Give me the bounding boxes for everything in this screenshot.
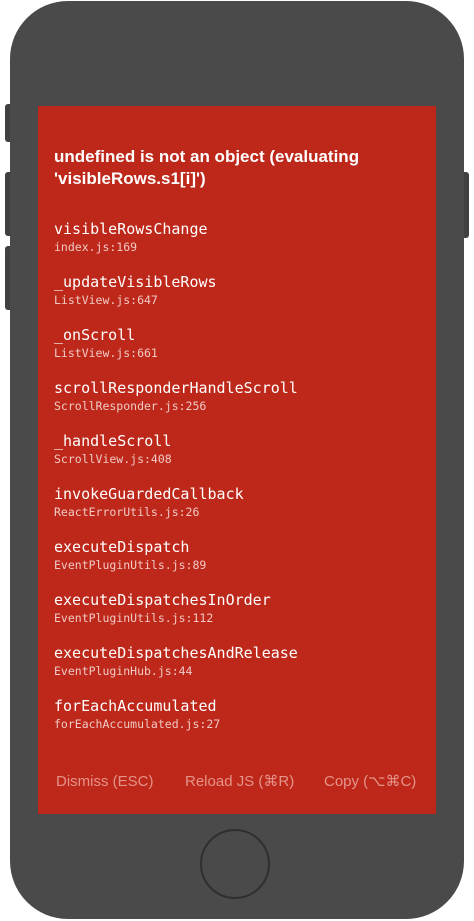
stack-frame-method: scrollResponderHandleScroll <box>54 379 298 397</box>
stack-frame-method: forEachAccumulated <box>54 697 217 715</box>
stack-frame-file: EventPluginUtils.js:89 <box>54 558 207 572</box>
stack-frame-file: index.js:169 <box>54 240 138 254</box>
stack-frame-method: visibleRowsChange <box>54 220 208 238</box>
action-bar: Dismiss (ESC) Reload JS (⌘R) Copy (⌥⌘C) <box>38 768 436 798</box>
stack-frame-file: ReactErrorUtils.js:26 <box>54 505 200 519</box>
stack-frame-file: ListView.js:647 <box>54 293 158 307</box>
stack-trace: visibleRowsChange index.js:169 _updateVi… <box>54 220 424 750</box>
stack-frame-file: EventPluginUtils.js:112 <box>54 611 214 625</box>
stack-frame-file: ListView.js:661 <box>54 346 158 360</box>
stack-frame-file: EventPluginHub.js:44 <box>54 664 193 678</box>
stack-frame[interactable]: _handleScroll ScrollView.js:408 <box>54 432 424 485</box>
stack-frame[interactable]: _updateVisibleRows ListView.js:647 <box>54 273 424 326</box>
copy-button[interactable]: Copy (⌥⌘C) <box>324 768 416 796</box>
error-message: undefined is not an object (evaluating '… <box>54 147 360 188</box>
stack-frame-file: forEachAccumulated.js:27 <box>54 717 221 731</box>
stack-frame-method: _handleScroll <box>54 432 172 450</box>
stack-frame-method: _onScroll <box>54 326 136 344</box>
stack-frame-method: executeDispatch <box>54 538 190 556</box>
stack-frame-method: executeDispatchesInOrder <box>54 591 271 609</box>
stack-frame[interactable]: forEachAccumulated forEachAccumulated.js… <box>54 697 424 750</box>
stack-frame[interactable]: executeDispatchesInOrder EventPluginUtil… <box>54 591 424 644</box>
stack-frame[interactable]: executeDispatch EventPluginUtils.js:89 <box>54 538 424 591</box>
reload-js-button[interactable]: Reload JS (⌘R) <box>185 768 294 796</box>
stack-frame[interactable]: executeDispatchesAndRelease EventPluginH… <box>54 644 424 697</box>
redbox-error-screen: undefined is not an object (evaluating '… <box>38 106 436 814</box>
stack-frame[interactable]: invokeGuardedCallback ReactErrorUtils.js… <box>54 485 424 538</box>
stack-frame[interactable]: _onScroll ListView.js:661 <box>54 326 424 379</box>
stack-frame-method: invokeGuardedCallback <box>54 485 244 503</box>
stack-frame-file: ScrollResponder.js:256 <box>54 399 207 413</box>
stack-frame[interactable]: scrollResponderHandleScroll ScrollRespon… <box>54 379 424 432</box>
home-button[interactable] <box>200 829 270 899</box>
stack-frame-method: executeDispatchesAndRelease <box>54 644 298 662</box>
stack-frame-file: ScrollView.js:408 <box>54 452 172 466</box>
dismiss-button[interactable]: Dismiss (ESC) <box>56 768 154 796</box>
stack-frame[interactable]: visibleRowsChange index.js:169 <box>54 220 424 273</box>
stack-frame-method: _updateVisibleRows <box>54 273 217 291</box>
